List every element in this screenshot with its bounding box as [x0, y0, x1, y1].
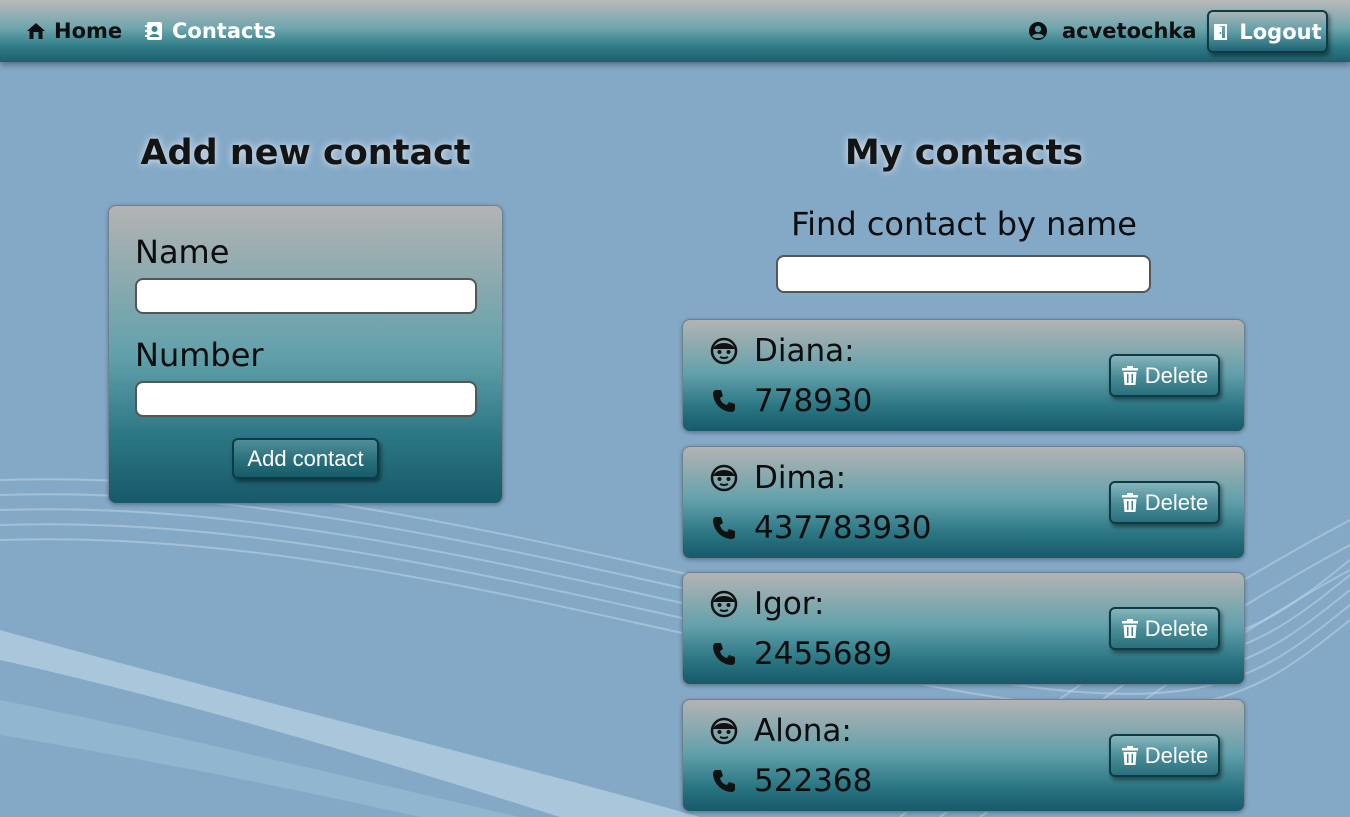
- contact-number: 437783930: [754, 510, 932, 546]
- contact-name-row: Diana:: [710, 333, 855, 369]
- delete-button[interactable]: Delete: [1109, 481, 1220, 524]
- nav-home-link[interactable]: Home: [26, 16, 122, 46]
- nav-contacts-link[interactable]: Contacts: [144, 16, 276, 46]
- face-icon: [710, 717, 738, 745]
- contact-number-row: 437783930: [710, 510, 932, 546]
- trash-icon: [1121, 365, 1138, 385]
- contact-name: Diana:: [754, 333, 855, 369]
- number-input[interactable]: [135, 381, 477, 417]
- contact-name-row: Alona:: [710, 713, 852, 749]
- add-contact-title: Add new contact: [140, 133, 471, 173]
- nav-home-label: Home: [54, 19, 123, 43]
- delete-button[interactable]: Delete: [1109, 734, 1220, 777]
- filter-input[interactable]: [776, 255, 1151, 293]
- contact-number: 522368: [754, 763, 873, 799]
- contact-name: Alona:: [754, 713, 852, 749]
- address-book-icon: [145, 22, 162, 40]
- contact-number: 778930: [754, 383, 873, 419]
- user-circle-icon: [1029, 22, 1047, 40]
- trash-icon: [1121, 492, 1138, 512]
- contact-name: Igor:: [754, 586, 825, 622]
- username: acvetochka: [1062, 19, 1197, 43]
- contact-name-row: Igor:: [710, 586, 824, 622]
- contact-name-row: Dima:: [710, 460, 846, 496]
- trash-icon: [1121, 745, 1138, 765]
- logout-label: Logout: [1239, 19, 1322, 44]
- delete-label: Delete: [1144, 742, 1209, 768]
- logout-button[interactable]: Logout: [1207, 10, 1328, 53]
- contact-name: Dima:: [754, 460, 847, 496]
- user-menu: acvetochka: [1028, 16, 1197, 46]
- contact-item: Dima: 437783930 Delete: [682, 446, 1245, 559]
- phone-icon: [713, 643, 735, 665]
- phone-icon: [713, 390, 735, 412]
- name-input[interactable]: [135, 278, 477, 314]
- number-field-label: Number: [135, 336, 264, 374]
- delete-label: Delete: [1144, 489, 1209, 515]
- delete-button[interactable]: Delete: [1109, 354, 1220, 397]
- add-contact-form: Name Number Add contact: [108, 205, 503, 504]
- top-navbar: Home Contacts acvetochka Logout: [0, 0, 1350, 62]
- name-field-label: Name: [135, 233, 230, 271]
- filter-label: Find contact by name: [791, 205, 1137, 243]
- contact-item: Diana: 778930 Delete: [682, 319, 1245, 432]
- contact-item: Igor: 2455689 Delete: [682, 572, 1245, 685]
- face-icon: [710, 337, 738, 365]
- delete-button[interactable]: Delete: [1109, 607, 1220, 650]
- contact-number: 2455689: [754, 636, 893, 672]
- my-contacts-title: My contacts: [844, 133, 1084, 173]
- delete-label: Delete: [1144, 615, 1209, 641]
- contact-number-row: 522368: [710, 763, 872, 799]
- phone-icon: [713, 770, 735, 792]
- nav-contacts-label: Contacts: [172, 19, 276, 43]
- contact-number-row: 778930: [710, 383, 872, 419]
- delete-label: Delete: [1144, 362, 1209, 388]
- door-exit-icon: [1214, 23, 1228, 40]
- face-icon: [710, 590, 738, 618]
- phone-icon: [713, 517, 735, 539]
- face-icon: [710, 464, 738, 492]
- add-contact-button[interactable]: Add contact: [232, 438, 379, 479]
- trash-icon: [1121, 618, 1138, 638]
- home-icon: [27, 23, 45, 39]
- contact-item: Alona: 522368 Delete: [682, 699, 1245, 812]
- contact-number-row: 2455689: [710, 636, 892, 672]
